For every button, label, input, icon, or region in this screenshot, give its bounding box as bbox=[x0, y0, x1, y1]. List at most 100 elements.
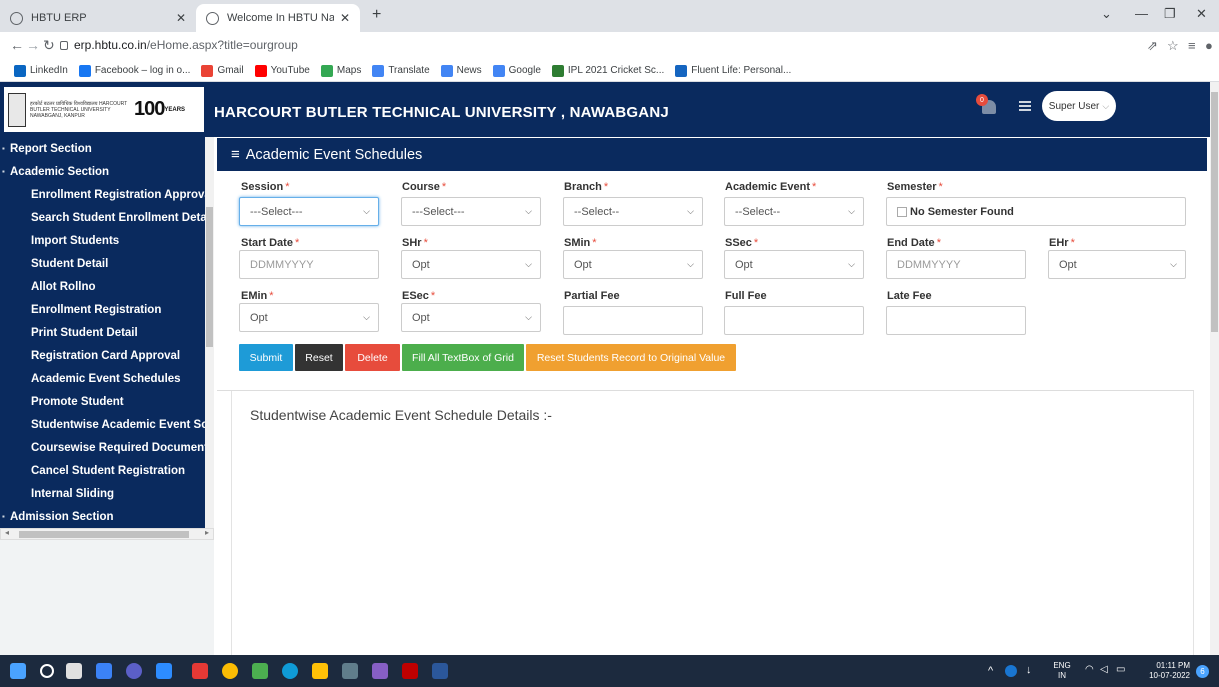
battery-icon[interactable]: ▭ bbox=[1116, 665, 1125, 675]
calculator-icon[interactable] bbox=[342, 663, 358, 679]
menu-icon[interactable] bbox=[1019, 101, 1031, 111]
shr-select[interactable]: Opt ⌵ bbox=[401, 250, 541, 279]
page-scrollbar[interactable] bbox=[1210, 82, 1219, 655]
app-icon[interactable] bbox=[192, 663, 208, 679]
bookmark-flag[interactable]: Fluent Life: Personal... bbox=[675, 64, 791, 77]
edge-icon[interactable] bbox=[282, 663, 298, 679]
bookmark-news[interactable]: News bbox=[440, 64, 482, 77]
star-icon[interactable]: ☆ bbox=[1167, 38, 1179, 54]
session-select[interactable]: ---Select--- ⌵ bbox=[239, 197, 379, 226]
sidebar-item[interactable]: Registration Card Approval bbox=[0, 344, 214, 367]
visual-studio-icon[interactable] bbox=[372, 663, 388, 679]
scroll-thumb[interactable] bbox=[19, 531, 189, 538]
restore-icon[interactable]: ❐ bbox=[1164, 6, 1176, 22]
sidebar-item[interactable]: Import Students bbox=[0, 229, 214, 252]
sidebar-item[interactable]: Studentwise Academic Event Sc bbox=[0, 413, 214, 436]
new-tab-icon[interactable]: + bbox=[372, 6, 381, 24]
sidebar-item[interactable]: Coursewise Required Document bbox=[0, 436, 214, 459]
hamburger-icon[interactable]: ≡ bbox=[231, 146, 240, 163]
browser-tab-welcome[interactable]: Welcome In HBTU Nawabganj Co ✕ bbox=[196, 4, 360, 32]
sidebar-item[interactable]: Enrollment Registration bbox=[0, 298, 214, 321]
close-window-icon[interactable]: ✕ bbox=[1196, 6, 1207, 22]
teams-icon[interactable] bbox=[126, 663, 142, 679]
bookmark-cricket[interactable]: IPL 2021 Cricket Sc... bbox=[551, 64, 664, 77]
branch-select[interactable]: --Select-- ⌵ bbox=[563, 197, 703, 226]
back-icon[interactable]: ← bbox=[10, 37, 24, 53]
close-tab-icon[interactable]: ✕ bbox=[176, 11, 186, 25]
esec-select[interactable]: Opt ⌵ bbox=[401, 303, 541, 332]
word-icon[interactable] bbox=[432, 663, 448, 679]
smin-select[interactable]: Opt ⌵ bbox=[563, 250, 703, 279]
bookmark-linkedin[interactable]: LinkedIn bbox=[14, 64, 68, 77]
profile-icon[interactable]: ● bbox=[1205, 38, 1213, 53]
reading-list-icon[interactable]: ≡ bbox=[1188, 38, 1196, 53]
share-icon[interactable]: ⇗ bbox=[1147, 38, 1158, 54]
sidebar-item[interactable]: Academic Section bbox=[0, 160, 214, 183]
photos-icon[interactable] bbox=[252, 663, 268, 679]
sidebar-item[interactable]: Allot Rollno bbox=[0, 275, 214, 298]
sidebar-item[interactable]: Cancel Student Registration bbox=[0, 459, 214, 482]
bluetooth-icon[interactable] bbox=[1005, 665, 1017, 677]
download-icon[interactable]: ↓ bbox=[1026, 665, 1032, 676]
end-date-input[interactable]: DDMMYYYY bbox=[886, 250, 1026, 279]
bookmark-facebook[interactable]: Facebook – log in o... bbox=[78, 64, 190, 77]
start-date-input[interactable]: DDMMYYYY bbox=[239, 250, 379, 279]
close-tab-icon[interactable]: ✕ bbox=[340, 11, 350, 25]
scroll-left-icon[interactable]: ◂ bbox=[5, 528, 9, 537]
chrome-icon[interactable] bbox=[222, 663, 238, 679]
reload-icon[interactable]: ↻ bbox=[43, 37, 55, 54]
sidebar-item[interactable]: Search Student Enrollment Deta bbox=[0, 206, 214, 229]
sidebar-item[interactable]: Promote Student bbox=[0, 390, 214, 413]
page-scroll-thumb[interactable] bbox=[1211, 92, 1218, 332]
reset-students-record-button[interactable]: Reset Students Record to Original Value bbox=[526, 344, 736, 371]
bookmark-gmail[interactable]: Gmail bbox=[201, 64, 244, 77]
sidebar-item[interactable]: Admission Section bbox=[0, 505, 214, 528]
sidebar-item[interactable]: Report Section bbox=[0, 137, 214, 160]
sidebar-item[interactable]: Student Detail bbox=[0, 252, 214, 275]
reset-button[interactable]: Reset bbox=[295, 344, 343, 371]
emin-select[interactable]: Opt ⌵ bbox=[239, 303, 379, 332]
chevron-up-icon[interactable]: ^ bbox=[988, 666, 993, 677]
tab-search-icon[interactable]: ⌄ bbox=[1101, 6, 1112, 22]
ehr-select[interactable]: Opt ⌵ bbox=[1048, 250, 1186, 279]
widgets-icon[interactable] bbox=[96, 663, 112, 679]
minimize-icon[interactable]: — bbox=[1135, 6, 1148, 21]
search-icon[interactable] bbox=[40, 664, 54, 678]
notification-center-badge[interactable]: 6 bbox=[1196, 665, 1209, 678]
ssec-select[interactable]: Opt ⌵ bbox=[724, 250, 864, 279]
course-select[interactable]: ---Select--- ⌵ bbox=[401, 197, 541, 226]
windows-start-icon[interactable] bbox=[10, 663, 26, 679]
sidebar-scroll-thumb[interactable] bbox=[206, 207, 213, 347]
bookmark-google[interactable]: Google bbox=[492, 64, 541, 77]
browser-tab-hbtu-erp[interactable]: HBTU ERP ✕ bbox=[0, 4, 196, 32]
delete-button[interactable]: Delete bbox=[345, 344, 400, 371]
url-field[interactable]: erp.hbtu.co.in/eHome.aspx?title=ourgroup bbox=[60, 38, 298, 52]
sidebar-horizontal-scrollbar[interactable]: ◂ ▸ bbox=[0, 528, 214, 540]
wifi-icon[interactable]: ◠ bbox=[1085, 665, 1094, 675]
clock[interactable]: 01:11 PM 10-07-2022 bbox=[1140, 661, 1190, 681]
filezilla-icon[interactable] bbox=[402, 663, 418, 679]
volume-icon[interactable]: ◁ bbox=[1100, 665, 1108, 675]
scroll-right-icon[interactable]: ▸ bbox=[205, 528, 209, 537]
submit-button[interactable]: Submit bbox=[239, 344, 293, 371]
forward-icon[interactable]: → bbox=[26, 37, 40, 53]
zoom-icon[interactable] bbox=[156, 663, 172, 679]
bookmark-translate[interactable]: Translate bbox=[372, 64, 430, 77]
late-fee-input[interactable] bbox=[886, 306, 1026, 335]
sidebar-item[interactable]: Enrollment Registration Approva bbox=[0, 183, 214, 206]
bookmark-maps[interactable]: Maps bbox=[320, 64, 361, 77]
fill-all-textbox-button[interactable]: Fill All TextBox of Grid bbox=[402, 344, 524, 371]
task-view-icon[interactable] bbox=[66, 663, 82, 679]
academic-event-select[interactable]: --Select-- ⌵ bbox=[724, 197, 864, 226]
user-menu-button[interactable]: Super User ⌵ bbox=[1042, 91, 1116, 121]
bookmark-youtube[interactable]: YouTube bbox=[254, 64, 310, 77]
partial-fee-input[interactable] bbox=[563, 306, 703, 335]
file-explorer-icon[interactable] bbox=[312, 663, 328, 679]
sidebar-item[interactable]: Print Student Detail bbox=[0, 321, 214, 344]
university-logo[interactable]: हरकोर्ट बटलर प्राविधिक विश्वविद्यालय HAR… bbox=[4, 87, 204, 132]
sidebar-item[interactable]: Internal Sliding bbox=[0, 482, 214, 505]
full-fee-input[interactable] bbox=[724, 306, 864, 335]
sidebar-item[interactable]: Academic Event Schedules bbox=[0, 367, 214, 390]
language-indicator[interactable]: ENG IN bbox=[1052, 661, 1072, 681]
semester-checkbox[interactable] bbox=[897, 206, 907, 217]
